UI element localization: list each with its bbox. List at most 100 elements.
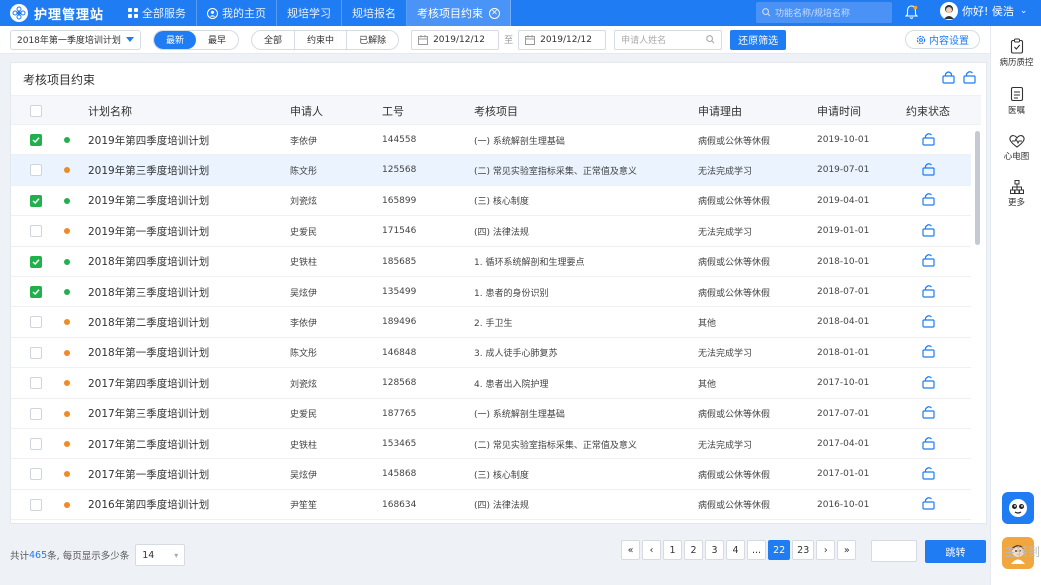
lock-open-icon[interactable] (922, 405, 935, 422)
jump-page-input[interactable] (871, 540, 917, 562)
lock-open-icon[interactable] (922, 284, 935, 301)
page-button[interactable]: › (816, 540, 836, 560)
row-checkbox[interactable] (30, 286, 42, 298)
status-dot (64, 501, 70, 508)
row-checkbox[interactable] (30, 468, 42, 481)
row-checkbox[interactable] (30, 255, 42, 268)
lock-open-icon[interactable] (922, 466, 935, 483)
table-row[interactable]: 2018年第三季度培训计划 吴炫伊 135499 1. 患者的身份识别 病假或公休等休假… (11, 277, 971, 308)
date-to-input[interactable]: 2019/12/12 (518, 29, 607, 50)
table-row[interactable]: 2017年第一季度培训计划 吴炫伊 145868 (三) 核心制度 病假或公休等休假 20… (11, 459, 971, 490)
applicant-name-input[interactable]: 申请人姓名 (614, 29, 723, 50)
col-exam-item[interactable]: 考核项目 (474, 96, 518, 126)
nav-tab-training-study[interactable]: 规培学习 (277, 0, 342, 26)
table-row[interactable]: 2018年第四季度培训计划 史铁柱 185685 1. 循环系统解剖和生理要点 病假或公… (11, 247, 971, 277)
plan-select[interactable]: 2018年第一季度培训计划 (10, 29, 141, 50)
col-applicant[interactable]: 申请人 (290, 96, 323, 126)
page-button[interactable]: ... (747, 540, 767, 560)
page-button[interactable]: » (837, 540, 857, 560)
lock-open-icon[interactable] (922, 132, 935, 149)
row-checkbox[interactable] (30, 498, 42, 511)
user-menu[interactable]: 你好! 侯浩 ⌄ (940, 2, 1027, 20)
row-checkbox[interactable] (30, 438, 42, 450)
row-checkbox[interactable] (30, 134, 42, 146)
sidebar-item-ecg[interactable]: 心电图 (991, 134, 1041, 162)
row-checkbox[interactable] (30, 225, 42, 238)
sidebar-item-orders[interactable]: 医嘱 (991, 86, 1041, 116)
lock-open-icon[interactable] (922, 223, 935, 240)
col-plan-name[interactable]: 计划名称 (88, 96, 132, 126)
col-reason[interactable]: 申请理由 (698, 96, 742, 126)
status-dot-cell (64, 459, 70, 489)
nav-tab-training-signup[interactable]: 规培报名 (342, 0, 407, 26)
row-checkbox-cell (30, 429, 42, 459)
select-all-checkbox[interactable] (30, 105, 42, 117)
table-row[interactable]: 2016年第四季度培训计划 尹笙笙 168634 (四) 法律法规 病假或公休等休假 20… (11, 490, 971, 521)
lock-open-icon[interactable] (922, 436, 935, 453)
table-row[interactable]: 2019年第四季度培训计划 李依伊 144558 (一) 系统解剖生理基础 病假或公休等… (11, 125, 971, 156)
global-search-input[interactable]: 功能名称/规培名称 (756, 2, 892, 23)
row-checkbox[interactable] (30, 164, 42, 177)
row-checkbox[interactable] (30, 194, 42, 207)
nav-tab-all-services[interactable]: 全部服务 (118, 0, 197, 26)
status-all-button[interactable]: 全部 (252, 30, 296, 49)
table-row[interactable]: 2017年第二季度培训计划 史铁柱 153465 (二) 常见实验室指标采集、正常值及… (11, 429, 971, 460)
col-constraint-status[interactable]: 约束状态 (906, 96, 950, 126)
table-row[interactable]: 2018年第二季度培训计划 李依伊 189496 2. 手卫生 其他 2018-04-01 (11, 307, 971, 338)
lock-open-icon[interactable] (922, 344, 935, 361)
lock-closed-icon[interactable] (942, 70, 955, 84)
lock-open-icon[interactable] (922, 192, 935, 209)
status-constrained-button[interactable]: 约束中 (295, 30, 348, 49)
table-scrollbar[interactable] (975, 131, 980, 245)
sidebar-item-record-qc[interactable]: 病历质控 (991, 38, 1041, 68)
table-row[interactable]: 2017年第三季度培训计划 史爱民 187765 (一) 系统解剖生理基础 病假或公休等… (11, 399, 971, 429)
sidebar-item-more[interactable]: 更多 (991, 180, 1041, 208)
page-button[interactable]: 4 (726, 540, 745, 560)
apply-reason: 病假或公休等休假 (698, 501, 771, 512)
row-checkbox-cell (30, 186, 42, 216)
jump-button[interactable]: 跳转 (925, 540, 986, 563)
page-button[interactable]: 3 (705, 540, 724, 560)
page-size-select[interactable]: 14 ▾ (135, 544, 186, 566)
lock-open-icon[interactable] (922, 314, 935, 331)
content-settings-button[interactable]: 内容设置 (905, 30, 980, 49)
row-checkbox[interactable] (30, 377, 42, 390)
page-button[interactable]: 2 (684, 540, 703, 560)
lock-open-icon[interactable] (922, 375, 935, 392)
status-released-button[interactable]: 已解除 (347, 31, 398, 49)
page-button[interactable]: ‹ (642, 540, 661, 560)
col-apply-time[interactable]: 申请时间 (817, 96, 861, 126)
table-row[interactable]: 2017年第四季度培训计划 刘瓷炫 128568 4. 患者出入院护理 其他 2017-1… (11, 368, 971, 399)
close-tab-icon[interactable]: ✕ (489, 7, 500, 19)
page-button[interactable]: 22 (768, 540, 791, 560)
row-checkbox[interactable] (30, 316, 42, 329)
date-from-input[interactable]: 2019/12/12 (411, 29, 500, 50)
table-row[interactable]: 2018年第一季度培训计划 陈文彤 146848 3. 成人徒手心肺复苏 无法完成学习 2… (11, 338, 971, 369)
col-employee-id[interactable]: 工号 (382, 96, 404, 126)
page-button[interactable]: 23 (792, 540, 815, 560)
assistant-robot-icon[interactable] (1002, 492, 1034, 524)
flower-logo-icon (10, 4, 28, 22)
row-checkbox[interactable] (30, 407, 42, 420)
table-row[interactable]: 2019年第一季度培训计划 史爱民 171546 (四) 法律法规 无法完成学习 2019… (11, 216, 971, 247)
nav-tab-exam-constraint[interactable]: 考核项目约束 ✕ (407, 0, 511, 26)
status-dot (64, 289, 70, 295)
page-button[interactable]: 1 (663, 540, 682, 560)
row-checkbox[interactable] (30, 346, 42, 359)
lock-open-icon[interactable] (963, 70, 976, 84)
reset-filter-button[interactable]: 还原筛选 (730, 29, 787, 50)
nav-tab-my-home[interactable]: 我的主页 (197, 0, 277, 26)
order-newest-button[interactable]: 最新 (154, 30, 197, 49)
lock-open-icon[interactable] (922, 162, 935, 179)
table-row[interactable]: 2019年第三季度培训计划 陈文彤 125568 (二) 常见实验室指标采集、正常值及… (11, 155, 971, 186)
table-row[interactable]: 2019年第二季度培训计划 刘瓷炫 165899 (三) 核心制度 病假或公休等休假 20… (11, 186, 971, 217)
page-button[interactable]: « (621, 540, 640, 560)
plan-name: 2017年第一季度培训计划 (88, 468, 210, 481)
lock-open-icon[interactable] (922, 253, 935, 270)
lock-open-icon[interactable] (922, 496, 935, 513)
order-oldest-button[interactable]: 最早 (196, 31, 238, 49)
notification-bell-icon[interactable] (904, 5, 919, 23)
constraint-status-cell (922, 125, 935, 155)
app-logo[interactable]: 护理管理站 (0, 0, 118, 26)
exam-item: 1. 循环系统解剖和生理要点 (474, 258, 585, 269)
